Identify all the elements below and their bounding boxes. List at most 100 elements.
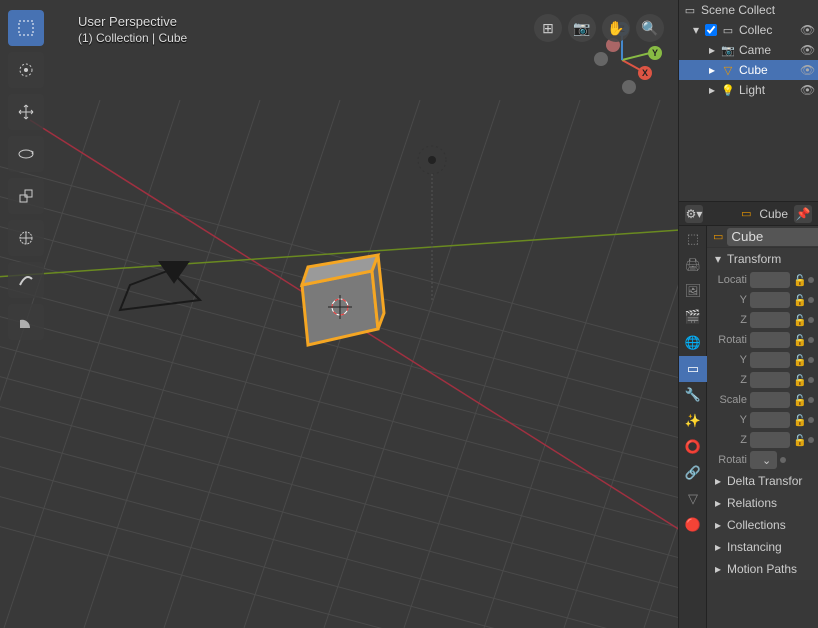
- outliner-scene-row[interactable]: ▭ Scene Collect: [679, 0, 818, 20]
- gizmo-neg-axis[interactable]: [594, 52, 608, 66]
- tab-physics[interactable]: ⭕: [679, 434, 707, 460]
- tab-constraints[interactable]: 🔗: [679, 460, 707, 486]
- expand-icon: ▸: [715, 562, 723, 576]
- anim-dot[interactable]: [808, 357, 814, 363]
- lock-icon[interactable]: 🔓: [793, 434, 805, 447]
- outliner-scene-label: Scene Collect: [701, 3, 775, 17]
- tab-output[interactable]: 🖨: [679, 252, 707, 278]
- panel-title: Delta Transfor: [727, 474, 802, 488]
- rotation-x-field[interactable]: [750, 332, 790, 348]
- lock-icon[interactable]: 🔓: [793, 354, 805, 367]
- outliner-cube-row[interactable]: ▸ ▽ Cube 👁: [679, 60, 818, 80]
- annotate-tool[interactable]: [8, 262, 44, 298]
- scale-x-field[interactable]: [750, 392, 790, 408]
- grid-overlay-icon[interactable]: ⊞: [534, 14, 562, 42]
- right-column: ▭ Scene Collect ▾ ▭ Collec 👁 ▸ 📷 Came 👁 …: [678, 0, 818, 628]
- transform-panel-header[interactable]: ▾ Transform: [707, 248, 818, 270]
- object-name-input[interactable]: [727, 228, 818, 246]
- gizmo-neg-axis2[interactable]: [622, 80, 636, 94]
- visibility-eye-icon[interactable]: 👁: [800, 83, 814, 97]
- anim-dot[interactable]: [808, 397, 814, 403]
- outliner-camera-row[interactable]: ▸ 📷 Came 👁: [679, 40, 818, 60]
- rotation-y-field[interactable]: [750, 352, 790, 368]
- lock-icon[interactable]: 🔓: [793, 314, 805, 327]
- tab-object[interactable]: ▭: [679, 356, 707, 382]
- lock-icon[interactable]: 🔓: [793, 394, 805, 407]
- scale-y-field[interactable]: [750, 412, 790, 428]
- rotation-z-field[interactable]: [750, 372, 790, 388]
- outliner-panel: ▭ Scene Collect ▾ ▭ Collec 👁 ▸ 📷 Came 👁 …: [679, 0, 818, 202]
- outliner-collection-row[interactable]: ▾ ▭ Collec 👁: [679, 20, 818, 40]
- scale-z-field[interactable]: [750, 432, 790, 448]
- tab-render[interactable]: ⬚: [679, 226, 707, 252]
- relations-panel-header[interactable]: ▸Relations: [707, 492, 818, 514]
- anim-dot[interactable]: [808, 297, 814, 303]
- visibility-eye-icon[interactable]: 👁: [800, 63, 814, 77]
- breadcrumb-label: Cube: [759, 207, 788, 221]
- gizmo-y-axis[interactable]: Y: [648, 46, 662, 60]
- tab-modifiers[interactable]: 🔧: [679, 382, 707, 408]
- visibility-eye-icon[interactable]: 👁: [800, 23, 814, 37]
- anim-dot[interactable]: [808, 337, 814, 343]
- anim-dot[interactable]: [780, 457, 786, 463]
- mesh-icon: ▽: [721, 63, 735, 77]
- tab-material[interactable]: 🔴: [679, 512, 707, 538]
- anim-dot[interactable]: [808, 317, 814, 323]
- expand-icon[interactable]: ▾: [693, 23, 701, 37]
- lock-icon[interactable]: 🔓: [793, 294, 805, 307]
- pan-icon[interactable]: ✋: [602, 14, 630, 42]
- tab-world[interactable]: 🌐: [679, 330, 707, 356]
- lock-icon[interactable]: 🔓: [793, 334, 805, 347]
- outliner-light-row[interactable]: ▸ 💡 Light 👁: [679, 80, 818, 100]
- cursor-tool[interactable]: [8, 52, 44, 88]
- scale-tool[interactable]: [8, 178, 44, 214]
- rotate-tool[interactable]: [8, 136, 44, 172]
- location-z-field[interactable]: [750, 312, 790, 328]
- panel-title: Transform: [727, 252, 781, 266]
- location-x-field[interactable]: [750, 272, 790, 288]
- expand-icon: ▸: [715, 496, 723, 510]
- lock-icon[interactable]: 🔓: [793, 274, 805, 287]
- axis-label: Y: [711, 294, 747, 306]
- transform-tool[interactable]: [8, 220, 44, 256]
- expand-icon[interactable]: ▸: [709, 43, 717, 57]
- axis-label: Z: [711, 374, 747, 386]
- gizmo-x-axis[interactable]: X: [638, 66, 652, 80]
- axis-label: Z: [711, 314, 747, 326]
- measure-tool[interactable]: [8, 304, 44, 340]
- scene-icon: ▭: [683, 3, 697, 17]
- visibility-eye-icon[interactable]: 👁: [800, 43, 814, 57]
- lock-icon[interactable]: 🔓: [793, 374, 805, 387]
- editor-type-dropdown[interactable]: ⚙▾: [685, 205, 703, 223]
- move-tool[interactable]: [8, 94, 44, 130]
- anim-dot[interactable]: [808, 417, 814, 423]
- property-tabs: ⬚ 🖨 🖼 🎬 🌐 ▭ 🔧 ✨ ⭕ 🔗 ▽ 🔴: [679, 226, 707, 628]
- anim-dot[interactable]: [808, 277, 814, 283]
- motion-panel-header[interactable]: ▸Motion Paths: [707, 558, 818, 580]
- select-box-tool[interactable]: [8, 10, 44, 46]
- collapse-icon: ▾: [715, 252, 723, 266]
- pin-icon[interactable]: 📌: [794, 205, 812, 223]
- location-y-field[interactable]: [750, 292, 790, 308]
- tab-view-layer[interactable]: 🖼: [679, 278, 707, 304]
- anim-dot[interactable]: [808, 377, 814, 383]
- camera-view-icon[interactable]: 📷: [568, 14, 596, 42]
- expand-icon[interactable]: ▸: [709, 63, 717, 77]
- delta-panel-header[interactable]: ▸Delta Transfor: [707, 470, 818, 492]
- tab-particles[interactable]: ✨: [679, 408, 707, 434]
- viewport-3d[interactable]: User Perspective (1) Collection | Cube ⊞…: [0, 0, 678, 628]
- collection-checkbox[interactable]: [705, 24, 717, 36]
- outliner-item-label: Collec: [739, 23, 772, 37]
- lock-icon[interactable]: 🔓: [793, 414, 805, 427]
- collections-panel-header[interactable]: ▸Collections: [707, 514, 818, 536]
- tab-data[interactable]: ▽: [679, 486, 707, 512]
- expand-icon: ▸: [715, 540, 723, 554]
- rotation-mode-label: Rotati: [711, 454, 747, 466]
- anim-dot[interactable]: [808, 437, 814, 443]
- instancing-panel-header[interactable]: ▸Instancing: [707, 536, 818, 558]
- expand-icon[interactable]: ▸: [709, 83, 717, 97]
- zoom-icon[interactable]: 🔍: [636, 14, 664, 42]
- axis-label: Z: [711, 434, 747, 446]
- tab-scene[interactable]: 🎬: [679, 304, 707, 330]
- rotation-mode-dropdown[interactable]: ⌄: [750, 451, 777, 469]
